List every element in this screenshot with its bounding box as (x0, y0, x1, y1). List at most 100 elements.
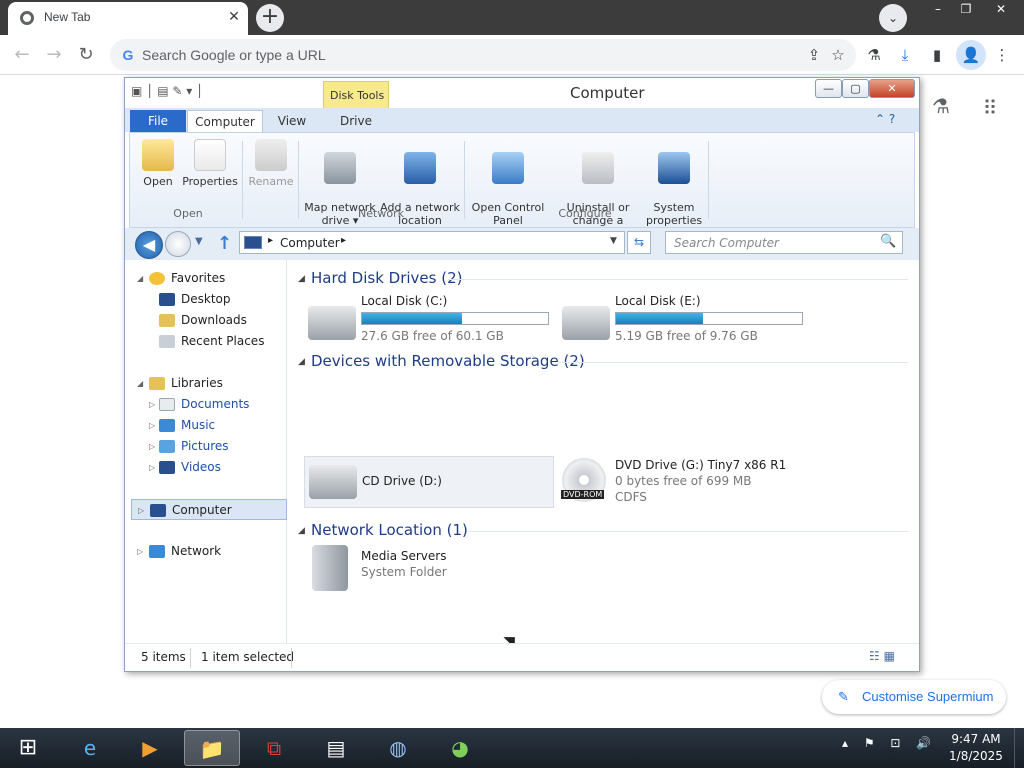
google-apps-icon[interactable]: ⠿ (978, 96, 1002, 120)
explorer-taskbar-icon[interactable]: 📁 (184, 730, 240, 766)
downloads-folder-icon (159, 314, 175, 327)
quick-access-toolbar[interactable]: ▣ │ ▤ ✎ ▾ │ (131, 84, 203, 98)
drive-e-name: Local Disk (E:) (615, 294, 701, 308)
app-taskbar-icon[interactable]: ◕ (432, 730, 488, 766)
breadcrumb-chevron-icon[interactable]: ▸ (268, 235, 273, 246)
collapsed-arrow-icon[interactable]: ▷ (149, 457, 155, 478)
download-icon[interactable]: ⤓ (891, 41, 919, 69)
recent-locations-dropdown[interactable]: ▼ (195, 236, 203, 247)
address-dropdown-icon[interactable]: ▼ (610, 236, 617, 246)
media-servers[interactable]: Media Servers System Folder (304, 543, 524, 593)
collapsed-arrow-icon[interactable]: ▷ (137, 541, 143, 562)
omnibox[interactable]: G Search Google or type a URL ⇪ ☆ (110, 39, 856, 71)
ribbon-tab-drive[interactable]: Drive (325, 110, 387, 132)
ntp-labs-icon[interactable]: ⚗ (928, 94, 954, 120)
nav-pictures-label: Pictures (181, 439, 229, 453)
group-collapse-icon[interactable]: ◢ (298, 274, 305, 284)
drive-g-free: 0 bytes free of 699 MB (615, 474, 752, 488)
tab-search-button[interactable]: ⌄ (879, 4, 907, 32)
expanded-arrow-icon[interactable]: ◢ (137, 373, 143, 394)
nav-videos[interactable]: ▷ Videos (125, 457, 287, 478)
recent-places-icon (159, 335, 175, 348)
nav-music[interactable]: ▷ Music (125, 415, 287, 436)
internet-explorer-taskbar-icon[interactable]: e (62, 730, 118, 766)
group-header-network[interactable]: Network Location (1) (311, 521, 468, 539)
media-player-taskbar-icon[interactable]: ▶ (122, 730, 178, 766)
explorer-minimize-button[interactable]: — (815, 79, 842, 98)
browser-close-button[interactable]: ✕ (984, 0, 1018, 18)
profile-avatar[interactable]: 👤 (956, 40, 986, 70)
ribbon-tab-view[interactable]: View (265, 110, 319, 132)
clock-time[interactable]: 9:47 AM (947, 732, 1005, 746)
nav-desktop[interactable]: Desktop (125, 289, 287, 310)
open-button[interactable]: Open (136, 139, 180, 188)
status-bar: 5 items 1 item selected ☷ ▦ (125, 643, 919, 671)
status-item-count: 5 items (141, 650, 186, 664)
nav-favorites[interactable]: ◢ Favorites (125, 268, 287, 289)
system-tray-icons[interactable]: ▴ ⚑ ⊡ 🔊 (842, 736, 937, 750)
breadcrumb-chevron-icon[interactable]: ▸ (341, 235, 346, 246)
group-divider (468, 531, 908, 532)
nav-downloads[interactable]: Downloads (125, 310, 287, 331)
drive-d-selected[interactable]: CD Drive (D:) (304, 456, 554, 508)
drive-e[interactable]: Local Disk (E:) 5.19 GB free of 9.76 GB (558, 294, 808, 346)
nav-downloads-label: Downloads (181, 313, 247, 327)
nav-network[interactable]: ▷ Network (125, 541, 287, 562)
group-collapse-icon[interactable]: ◢ (298, 357, 305, 367)
search-icon[interactable]: 🔍 (880, 234, 896, 249)
menu-icon[interactable]: ⋮ (988, 41, 1016, 69)
nav-libraries[interactable]: ◢ Libraries (125, 373, 287, 394)
explorer-close-button[interactable]: ✕ (869, 79, 915, 98)
collapsed-arrow-icon[interactable]: ▷ (149, 394, 155, 415)
tab-close-icon[interactable]: ✕ (224, 7, 244, 27)
new-tab-button[interactable]: + (256, 4, 284, 32)
browser-restore-button[interactable]: ❐ (952, 0, 980, 18)
drive-c-name: Local Disk (C:) (361, 294, 448, 308)
reload-button[interactable]: ↻ (72, 41, 100, 69)
refresh-button[interactable]: ⇆ (627, 231, 651, 254)
explorer-maximize-button[interactable]: ▢ (842, 79, 869, 98)
explorer-back-button[interactable]: ◀ (135, 231, 163, 259)
expanded-arrow-icon[interactable]: ◢ (137, 268, 143, 289)
nav-documents[interactable]: ▷ Documents (125, 394, 287, 415)
app-taskbar-icon[interactable]: ⧉ (246, 730, 302, 766)
rename-button[interactable]: Rename (246, 139, 296, 188)
labs-icon[interactable]: ⚗ (860, 41, 888, 69)
drive-g[interactable]: DVD-ROM DVD Drive (G:) Tiny7 x86 R1 0 by… (558, 456, 858, 508)
search-input[interactable]: Search Computer 🔍 (665, 231, 903, 254)
taskbar: ⊞ e ▶ 📁 ⧉ ▤ ◍ ◕ ▴ ⚑ ⊡ 🔊 9:47 AM 1/8/2025 (0, 728, 1024, 768)
app-taskbar-icon[interactable]: ▤ (308, 730, 364, 766)
nav-pictures[interactable]: ▷ Pictures (125, 436, 287, 457)
properties-button[interactable]: Properties (180, 139, 240, 188)
side-panel-icon[interactable]: ▮ (923, 41, 951, 69)
breadcrumb-computer[interactable]: Computer (280, 236, 340, 250)
view-toggle-icons[interactable]: ☷ ▦ (869, 649, 895, 663)
ribbon-tab-file[interactable]: File (130, 110, 186, 132)
collapsed-arrow-icon[interactable]: ▷ (149, 436, 155, 457)
bookmark-star-icon[interactable]: ☆ (824, 41, 852, 69)
up-arrow-icon[interactable]: ↑ (217, 233, 232, 254)
uninstall-program-button[interactable]: Uninstall or change a program (550, 139, 646, 240)
nav-recent-places[interactable]: Recent Places (125, 331, 287, 352)
back-button[interactable]: ← (8, 41, 36, 69)
clock-date[interactable]: 1/8/2025 (947, 749, 1005, 763)
status-separator (190, 648, 191, 668)
browser-minimize-button[interactable]: – (924, 0, 952, 18)
ribbon-tab-computer[interactable]: Computer (187, 110, 263, 132)
group-collapse-icon[interactable]: ◢ (298, 526, 305, 536)
collapsed-arrow-icon[interactable]: ▷ (138, 500, 144, 521)
customise-button[interactable]: ✎ Customise Supermium (822, 680, 1006, 714)
show-desktop-button[interactable] (1014, 728, 1024, 768)
forward-button[interactable]: → (40, 41, 68, 69)
drive-c[interactable]: Local Disk (C:) 27.6 GB free of 60.1 GB (304, 294, 554, 346)
ribbon-help-icon[interactable]: ⌃ ? (875, 112, 895, 126)
explorer-forward-button[interactable] (165, 231, 191, 257)
nav-computer[interactable]: ▷ Computer (131, 499, 287, 520)
tab-new-tab[interactable]: New Tab ✕ (8, 2, 248, 35)
app-taskbar-icon[interactable]: ◍ (370, 730, 426, 766)
start-button[interactable]: ⊞ (6, 730, 50, 766)
group-header-removable[interactable]: Devices with Removable Storage (2) (311, 352, 585, 370)
collapsed-arrow-icon[interactable]: ▷ (149, 415, 155, 436)
address-bar[interactable]: ▸ Computer ▸ ▼ (239, 231, 625, 254)
group-header-hdd[interactable]: Hard Disk Drives (2) (311, 269, 462, 287)
